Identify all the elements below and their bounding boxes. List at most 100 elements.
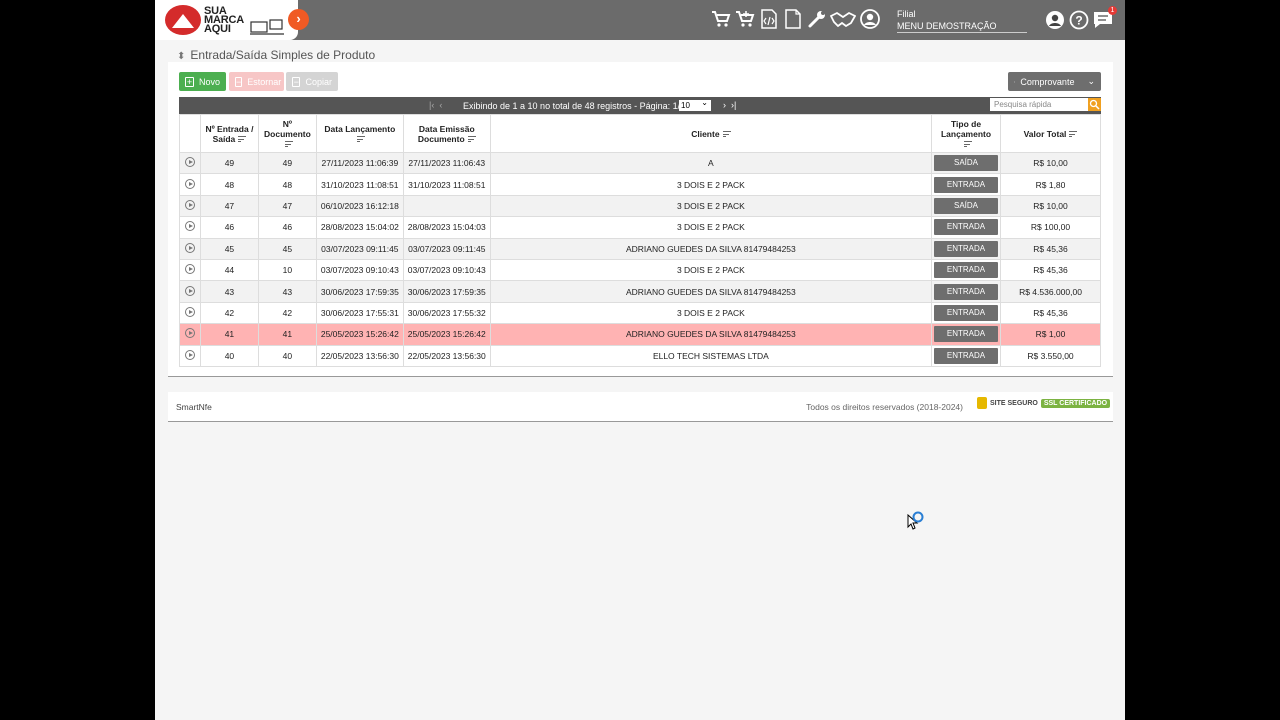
cart-icon[interactable] bbox=[710, 8, 731, 30]
user-circle-icon[interactable] bbox=[859, 8, 880, 30]
expand-row-icon[interactable] bbox=[184, 199, 195, 210]
filial-label: Filial bbox=[897, 9, 916, 19]
row-expand-cell[interactable] bbox=[179, 344, 201, 367]
col-numero-documento[interactable]: Nº Documento bbox=[257, 114, 317, 153]
cell-data-emissao: 03/07/2023 09:10:43 bbox=[402, 258, 491, 282]
chat-icon[interactable]: 1 bbox=[1092, 6, 1117, 31]
col-tipo-lancamento[interactable]: Tipo de Lançamento bbox=[931, 114, 1002, 153]
cell-tipo-lancamento: SAÍDA bbox=[931, 151, 1002, 175]
tipo-badge[interactable]: ENTRADA bbox=[934, 326, 999, 343]
expand-row-icon[interactable] bbox=[184, 221, 195, 232]
col-valor-total[interactable]: Valor Total bbox=[1000, 114, 1101, 153]
row-expand-cell[interactable] bbox=[179, 173, 201, 196]
expand-row-icon[interactable] bbox=[184, 178, 195, 189]
sort-icon[interactable] bbox=[963, 141, 972, 148]
row-expand-cell[interactable] bbox=[179, 194, 201, 218]
col-numero-entrada[interactable]: Nº Entrada / Saída bbox=[199, 114, 259, 153]
expand-row-icon[interactable] bbox=[184, 242, 195, 253]
table-row[interactable]: 45 45 03/07/2023 09:11:45 03/07/2023 09:11:… bbox=[179, 237, 1101, 260]
table-row[interactable]: 44 10 03/07/2023 09:10:43 03/07/2023 09:10:… bbox=[179, 258, 1101, 282]
col-data-emissao[interactable]: Data Emissão Documento bbox=[402, 114, 491, 153]
table-row[interactable]: 49 49 27/11/2023 11:06:39 27/11/2023 11:06:… bbox=[179, 151, 1101, 175]
ssl-label: SITE SEGURO bbox=[990, 399, 1038, 407]
copiar-button[interactable]: − Copiar bbox=[286, 72, 338, 91]
wrench-icon[interactable] bbox=[806, 8, 827, 30]
right-toolbar: ? 1 bbox=[1044, 6, 1117, 31]
expand-row-icon[interactable] bbox=[184, 328, 195, 339]
expand-row-icon[interactable] bbox=[184, 157, 195, 168]
sort-icon[interactable] bbox=[284, 141, 293, 148]
table-row[interactable]: 48 48 31/10/2023 11:08:51 31/10/2023 11:08:… bbox=[179, 173, 1101, 196]
table-row[interactable]: 47 47 06/10/2023 16:12:18 3 DOIS E 2 PACK SA… bbox=[179, 194, 1101, 218]
tipo-badge[interactable]: ENTRADA bbox=[934, 262, 999, 279]
search-icon[interactable] bbox=[1088, 98, 1101, 111]
add-icon: + bbox=[185, 76, 194, 87]
sort-icon[interactable] bbox=[467, 136, 476, 143]
table-row[interactable]: 46 46 28/08/2023 15:04:02 28/08/2023 15:04:… bbox=[179, 216, 1101, 239]
cell-tipo-lancamento: ENTRADA bbox=[931, 344, 1002, 367]
cell-valor-total: R$ 3.550,00 bbox=[1000, 344, 1101, 367]
expand-row-icon[interactable] bbox=[184, 306, 195, 317]
handshake-icon[interactable] bbox=[830, 8, 856, 30]
cell-data-lancamento: 03/07/2023 09:11:45 bbox=[315, 237, 404, 260]
expand-row-icon[interactable] bbox=[184, 285, 195, 296]
table-row[interactable]: 40 40 22/05/2023 13:56:30 22/05/2023 13:56:… bbox=[179, 344, 1101, 367]
menu-toggle-button[interactable]: › bbox=[288, 9, 309, 30]
tipo-badge[interactable]: ENTRADA bbox=[934, 283, 999, 300]
profile-icon[interactable] bbox=[1044, 9, 1065, 31]
expand-row-icon[interactable] bbox=[184, 349, 195, 360]
cell-numero-documento: 46 bbox=[257, 216, 317, 239]
pager-next-last[interactable]: › ›| bbox=[723, 100, 736, 110]
sort-icon[interactable] bbox=[1069, 131, 1078, 138]
row-expand-cell[interactable] bbox=[179, 280, 201, 303]
filial-selector[interactable]: Filial MENU DEMOSTRAÇÃO bbox=[897, 8, 1027, 33]
row-expand-cell[interactable] bbox=[179, 151, 201, 175]
document-icon[interactable] bbox=[782, 8, 803, 30]
tipo-badge[interactable]: SAÍDA bbox=[934, 155, 999, 172]
estornar-button[interactable]: − Estornar bbox=[229, 72, 284, 91]
cell-cliente: 3 DOIS E 2 PACK bbox=[489, 194, 933, 218]
tipo-badge[interactable]: ENTRADA bbox=[934, 219, 999, 236]
sort-icon[interactable] bbox=[357, 136, 366, 143]
filial-value[interactable]: MENU DEMOSTRAÇÃO bbox=[897, 20, 1027, 33]
row-expand-cell[interactable] bbox=[179, 258, 201, 282]
table-row[interactable]: 41 41 25/05/2023 15:26:42 25/05/2023 15:26:… bbox=[179, 323, 1101, 346]
col-expand bbox=[179, 114, 201, 153]
tipo-badge[interactable]: ENTRADA bbox=[934, 240, 999, 257]
col-data-lancamento[interactable]: Data Lançamento bbox=[315, 114, 404, 153]
expand-row-icon[interactable] bbox=[184, 264, 195, 275]
col-cliente[interactable]: Cliente bbox=[489, 114, 933, 153]
row-expand-cell[interactable] bbox=[179, 323, 201, 346]
novo-button[interactable]: + Novo bbox=[179, 72, 226, 91]
xml-file-icon[interactable] bbox=[758, 8, 779, 30]
row-expand-cell[interactable] bbox=[179, 237, 201, 260]
cell-numero-entrada: 42 bbox=[199, 301, 259, 325]
sort-icon[interactable] bbox=[238, 136, 247, 143]
page-size-select[interactable]: 10 bbox=[679, 97, 711, 111]
logo[interactable]: SUA MARCA AQUI bbox=[155, 0, 298, 40]
tipo-badge[interactable]: ENTRADA bbox=[934, 304, 999, 321]
page-title: ⬍ Entrada/Saída Simples de Produto bbox=[177, 48, 376, 62]
table-row[interactable]: 43 43 30/06/2023 17:59:35 30/06/2023 17:59:… bbox=[179, 280, 1101, 303]
cell-numero-entrada: 46 bbox=[199, 216, 259, 239]
tipo-badge[interactable]: ENTRADA bbox=[934, 347, 999, 364]
quick-search-input[interactable]: Pesquisa rápida bbox=[990, 98, 1088, 111]
pagination-bar: |‹ ‹ Exibindo de 1 a 10 no total de 48 r… bbox=[179, 97, 1101, 114]
pager-first-prev[interactable]: |‹ ‹ bbox=[429, 100, 442, 110]
table-row[interactable]: 42 42 30/06/2023 17:55:31 30/06/2023 17:55:… bbox=[179, 301, 1101, 325]
comprovante-button[interactable]: Comprovante ⌄ bbox=[1008, 72, 1101, 91]
cell-numero-entrada: 48 bbox=[199, 173, 259, 196]
tipo-badge[interactable]: SAÍDA bbox=[934, 197, 999, 214]
row-expand-cell[interactable] bbox=[179, 301, 201, 325]
row-expand-cell[interactable] bbox=[179, 216, 201, 239]
cell-data-emissao: 03/07/2023 09:11:45 bbox=[402, 237, 491, 260]
sort-icon[interactable] bbox=[722, 131, 731, 138]
help-icon[interactable]: ? bbox=[1068, 9, 1089, 31]
cell-data-lancamento: 31/10/2023 11:08:51 bbox=[315, 173, 404, 196]
logo-text: SUA MARCA AQUI bbox=[204, 5, 244, 35]
collapse-toggle-icon[interactable]: ⬍ bbox=[177, 51, 185, 62]
tipo-badge[interactable]: ENTRADA bbox=[934, 176, 999, 193]
mouse-cursor-icon bbox=[907, 511, 924, 530]
cart-add-icon[interactable] bbox=[734, 8, 755, 30]
footer-brand: SmartNfe bbox=[176, 402, 212, 412]
